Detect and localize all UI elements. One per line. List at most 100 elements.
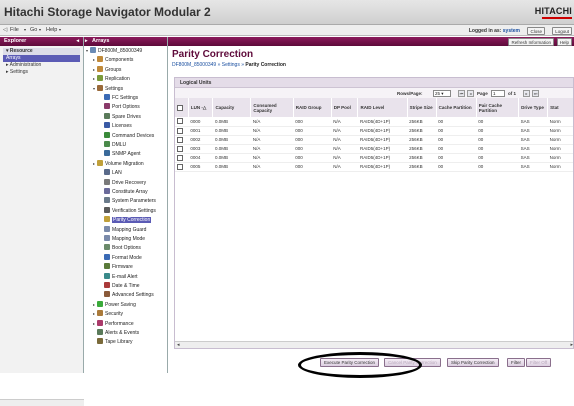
tree-item-spare-drives[interactable]: Spare Drives (100, 112, 141, 121)
menu-help[interactable]: Help (46, 27, 57, 33)
tree-item-label: Format Mode (112, 254, 142, 261)
tree-item-drive-recovery[interactable]: Drive Recovery (100, 178, 146, 187)
column-header[interactable]: Cache Partition (436, 98, 477, 117)
tree-item-tape-library[interactable]: Tape Library (93, 338, 133, 346)
column-header[interactable]: LUN -△ (188, 98, 214, 117)
table-cell: N/A (250, 126, 294, 136)
column-header[interactable]: RAID Level (357, 98, 408, 117)
expand-icon[interactable]: ▸ (85, 37, 88, 46)
prev-page-icon[interactable]: ◂ (467, 89, 474, 97)
explorer-item-settings[interactable]: ▸ Settings (3, 69, 80, 76)
column-header[interactable]: DP Pool (331, 98, 359, 117)
tree-item-snmp-agent[interactable]: SNMP Agent (100, 150, 141, 158)
refresh-information-button[interactable]: Refresh Information (508, 38, 554, 46)
row-checkbox[interactable] (177, 136, 183, 143)
tree-item-security[interactable]: ▸ Security (93, 310, 123, 318)
table-row[interactable]: 0005 0.0MB N/A 000 N/A RAID5(4D+1P) 256KB 00 00 S… (175, 162, 573, 172)
tree-item-format-mode[interactable]: Format Mode (100, 253, 142, 262)
row-checkbox[interactable] (177, 163, 183, 170)
first-page-icon[interactable]: ⏮ (458, 89, 465, 97)
table-cell: 00 (476, 162, 519, 172)
tree-item-verification-settings[interactable]: Verification Settings (100, 206, 156, 215)
scroll-right-icon[interactable]: ▸ (570, 342, 573, 348)
table-cell: SAS (518, 117, 548, 127)
tree-item-licenses[interactable]: Licenses (100, 122, 132, 130)
column-header-label: Stat (550, 105, 559, 110)
scroll-left-icon[interactable]: ◂ (177, 342, 180, 348)
column-header[interactable]: Capacity (212, 98, 252, 117)
breadcrumb-root[interactable]: DF800M_85000349 (172, 62, 216, 68)
date-time-icon (104, 282, 110, 288)
tree-item-advanced-settings[interactable]: Advanced Settings (100, 291, 154, 299)
tree-item-replication[interactable]: ▸ Replication (93, 75, 130, 83)
tape-library-icon (97, 338, 103, 345)
next-page-icon[interactable]: ▸ (523, 89, 530, 97)
tree-item-mapping-mode[interactable]: Mapping Mode (100, 235, 145, 243)
table-row[interactable]: 0002 0.0MB N/A 000 N/A RAID5(4D+1P) 256KB 00 00 S… (175, 135, 573, 145)
filter-off-button[interactable]: Filter Off (526, 358, 552, 367)
tree-item-system-parameters[interactable]: System Parameters (100, 197, 156, 205)
table-row[interactable]: 0000 0.0MB N/A 000 N/A RAID5(4D+1P) 256KB 00 00 S… (175, 117, 573, 127)
table-cell: N/A (250, 135, 294, 145)
tree-item-parity-correction[interactable]: Parity Correction (100, 216, 152, 224)
explorer-item-arrays[interactable]: Arrays (3, 55, 80, 62)
rows-per-page-select[interactable]: 25 ▾ (433, 89, 451, 97)
tree-item-date-time[interactable]: Date & Time (100, 282, 140, 290)
security-icon (97, 310, 103, 317)
horizontal-scrollbar[interactable] (0, 399, 84, 406)
tree-item-label: Verification Settings (112, 207, 156, 214)
page-number-input[interactable]: 1 (491, 89, 505, 97)
tree-item-components[interactable]: ▸ Components (93, 56, 133, 64)
skip-parity-correction-button[interactable]: Skip Parity Correction (447, 358, 499, 367)
filter-button[interactable]: Filter (507, 358, 525, 367)
verification-settings-icon (104, 206, 110, 213)
tree-item-power-saving[interactable]: ▸ Power Saving (93, 300, 136, 309)
table-row[interactable]: 0004 0.0MB N/A 000 N/A RAID5(4D+1P) 256KB 00 00 S… (175, 153, 573, 163)
column-header[interactable]: Consumed Capacity (250, 98, 294, 117)
column-header[interactable]: Drive Type (518, 98, 549, 117)
table-cell: Norm (547, 126, 573, 136)
table-row[interactable]: 0003 0.0MB N/A 000 N/A RAID5(4D+1P) 256KB 00 00 S… (175, 144, 573, 154)
table-cell: N/A (331, 153, 358, 163)
table-row[interactable]: 0001 0.0MB N/A 000 N/A RAID5(4D+1P) 256KB 00 00 S… (175, 126, 573, 136)
tree-item-alerts-events[interactable]: Alerts & Events (93, 329, 139, 337)
sort-asc-icon[interactable]: -△ (200, 105, 206, 110)
breadcrumb-settings[interactable]: Settings (222, 62, 240, 68)
tree-item-df800m-85000349[interactable]: ▾ DF800M_85000349 (86, 47, 142, 55)
row-checkbox[interactable] (177, 127, 183, 134)
column-header[interactable]: Stat (547, 98, 573, 117)
tree-item-lan[interactable]: LAN (100, 169, 122, 177)
tree-item-settings[interactable]: ▾ Settings (93, 84, 123, 93)
help-button[interactable]: Help (556, 38, 572, 46)
row-checkbox[interactable] (177, 145, 183, 152)
last-page-icon[interactable]: ⏭ (532, 89, 539, 97)
menu-file[interactable]: File (10, 27, 19, 33)
column-header[interactable]: Stripe Size (407, 98, 437, 117)
column-header[interactable]: RAID Group (293, 98, 332, 117)
table-cell: Norm (547, 135, 573, 145)
tree-item-dmlu[interactable]: DMLU (100, 141, 126, 149)
tree-item-performance[interactable]: ▸ Performance (93, 319, 134, 328)
logout-button[interactable]: Logout (552, 26, 572, 35)
explorer-item-administration[interactable]: ▸ Administration (3, 62, 80, 69)
tree-item-e-mail-alert[interactable]: E-mail Alert (100, 272, 138, 281)
tree-item-boot-options[interactable]: Boot Options (100, 244, 141, 252)
column-header[interactable]: Pair Cache Partition (476, 98, 520, 117)
horizontal-scrollbar[interactable]: ◂ ▸ (175, 341, 573, 348)
tree-item-constitute-array[interactable]: Constitute Array (100, 188, 148, 196)
close-button[interactable]: Close (527, 26, 545, 35)
menu-go[interactable]: Go (30, 27, 37, 33)
tree-item-groups[interactable]: ▸ Groups (93, 65, 121, 74)
back-icon[interactable]: ◁ (3, 27, 7, 33)
tree-item-command-devices[interactable]: Command Devices (100, 131, 154, 140)
tree-item-fc-settings[interactable]: FC Settings (100, 94, 138, 102)
tree-item-volume-migration[interactable]: ▸ Volume Migration (93, 159, 144, 168)
tree-item-port-options[interactable]: Port Options (100, 103, 140, 111)
select-all-checkbox[interactable] (177, 104, 183, 111)
tree-item-firmware[interactable]: Firmware (100, 263, 133, 271)
tree-item-mapping-guard[interactable]: Mapping Guard (100, 225, 146, 234)
row-checkbox[interactable] (177, 154, 183, 161)
row-checkbox[interactable] (177, 118, 183, 125)
explorer-item-resource[interactable]: ▾ Resource (3, 48, 80, 55)
collapse-icon[interactable]: ◂ (76, 37, 79, 46)
